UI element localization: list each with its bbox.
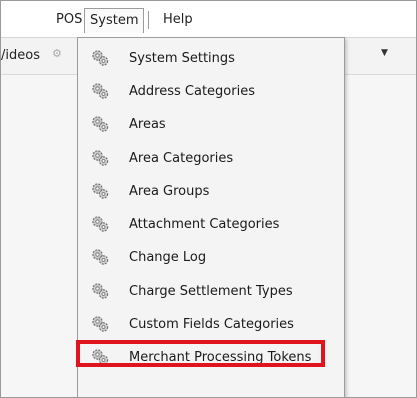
menu-item-change-log[interactable]: Change Log [78, 241, 344, 274]
menu-item-label: Change Log [129, 250, 207, 265]
toolbar-videos-button[interactable]: /ideos [1, 48, 40, 63]
menu-system[interactable]: System [84, 8, 145, 33]
toolbar-gear-icon[interactable]: ⚙ [52, 47, 62, 60]
gears-icon [92, 150, 109, 166]
menu-item-label: Attachment Categories [129, 217, 280, 232]
menu-pos[interactable]: POS [50, 9, 88, 31]
menu-item-areas[interactable]: Areas [78, 108, 344, 141]
menu-item-label: Area Groups [129, 184, 210, 199]
menu-item-address-categories[interactable]: Address Categories [78, 75, 344, 108]
gears-icon [92, 50, 109, 66]
menu-item-custom-fields-categories[interactable]: Custom Fields Categories [78, 308, 344, 341]
menu-item-label: System Settings [129, 51, 235, 66]
menu-item-area-categories[interactable]: Area Categories [78, 142, 344, 175]
gears-icon [92, 249, 109, 265]
gears-icon [92, 183, 109, 199]
gears-icon [92, 216, 109, 232]
menu-item-label: Charge Settlement Types [129, 284, 293, 299]
gears-icon [92, 83, 109, 99]
menu-item-charge-settlement-types[interactable]: Charge Settlement Types [78, 275, 344, 308]
dropdown-arrow-icon[interactable]: ▼ [381, 48, 388, 58]
gears-icon [92, 316, 109, 332]
menu-item-label: Custom Fields Categories [129, 317, 294, 332]
menu-item-label: Address Categories [129, 84, 255, 99]
highlight-box [76, 340, 325, 367]
application-window: POS System Help /ideos ⚙ ▼ System Settin… [0, 0, 417, 398]
menu-item-label: Areas [129, 117, 166, 132]
menu-separator [148, 11, 149, 29]
menu-item-label: Area Categories [129, 151, 234, 166]
menu-item-attachment-categories[interactable]: Attachment Categories [78, 208, 344, 241]
gears-icon [92, 116, 109, 132]
menu-item-area-groups[interactable]: Area Groups [78, 175, 344, 208]
menu-help[interactable]: Help [157, 9, 199, 31]
gears-icon [92, 283, 109, 299]
menu-item-system-settings[interactable]: System Settings [78, 42, 344, 75]
menu-bar: POS System Help [1, 1, 416, 38]
